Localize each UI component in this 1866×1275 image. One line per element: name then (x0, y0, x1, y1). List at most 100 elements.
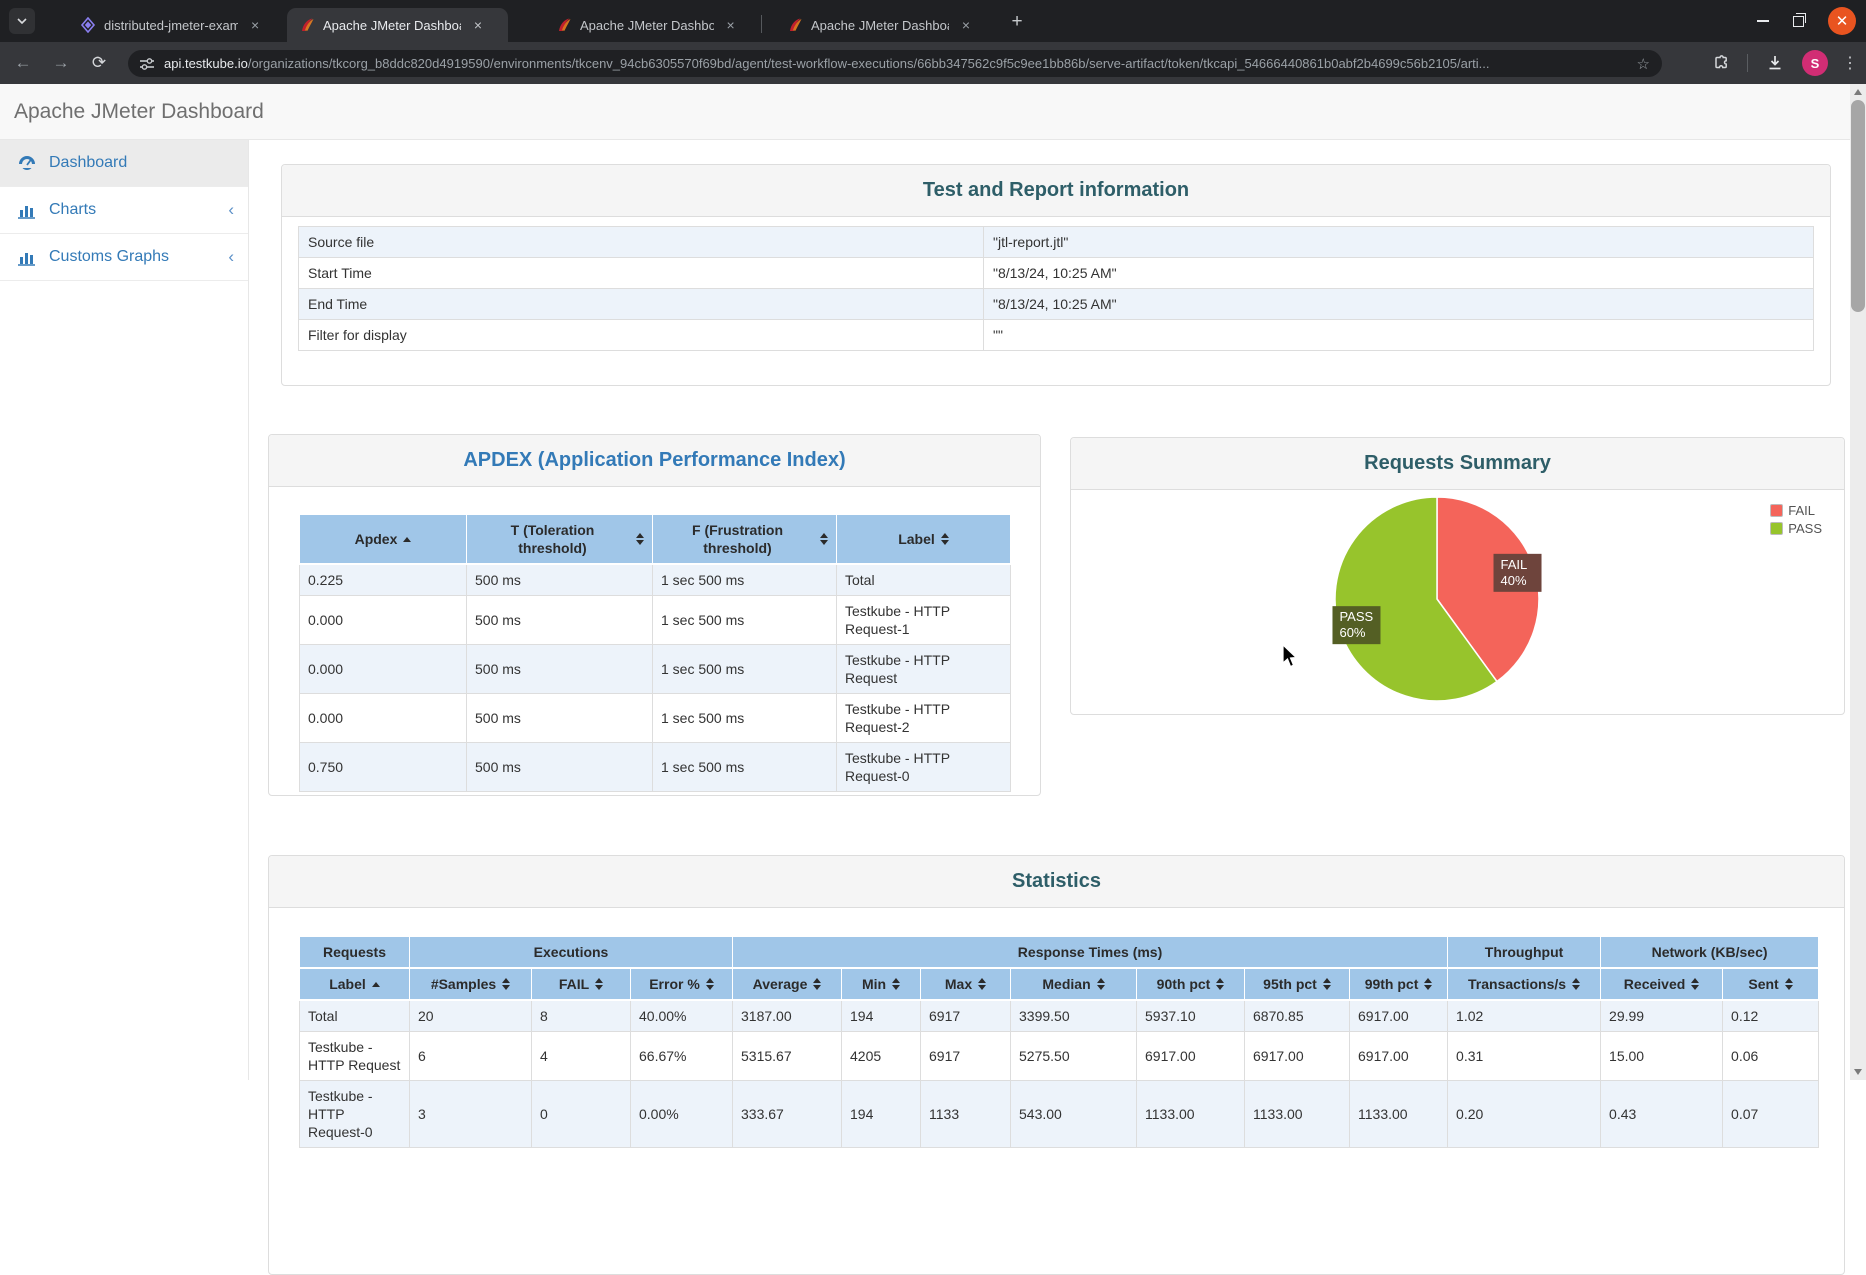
tab-distributed-jmeter[interactable]: distributed-jmeter-exam × (68, 8, 272, 42)
column-header-apdex[interactable]: Apdex (300, 515, 467, 565)
test-report-info-table: Source file "jtl-report.jtl" Start Time … (298, 226, 1814, 351)
table-row: End Time "8/13/24, 10:25 AM" (299, 289, 1814, 320)
sidebar-item-dashboard[interactable]: Dashboard (0, 140, 248, 187)
scrollbar-up-arrow[interactable] (1854, 89, 1862, 95)
tab-jmeter-dashboard-active[interactable]: Apache JMeter Dashboa × (287, 8, 508, 42)
stat-fail: 8 (532, 1000, 631, 1032)
label-value: Total (837, 564, 1011, 596)
column-header-transactions[interactable]: Transactions/s (1448, 968, 1601, 1000)
stat-median: 3399.50 (1011, 1000, 1137, 1032)
column-header-max[interactable]: Max (921, 968, 1011, 1000)
column-header-min[interactable]: Min (842, 968, 921, 1000)
sort-icon (813, 978, 821, 990)
apdex-value: 0.000 (300, 645, 467, 694)
scrollbar-thumb[interactable] (1851, 100, 1865, 312)
tab-close-icon[interactable]: × (246, 16, 264, 34)
window-minimize-button[interactable] (1757, 20, 1769, 22)
downloads-icon[interactable] (1762, 50, 1788, 76)
column-header-95pct[interactable]: 95th pct (1245, 968, 1350, 1000)
panel-heading: Statistics (269, 856, 1844, 908)
stat-sent: 0.06 (1723, 1032, 1819, 1081)
frustration-value: 1 sec 500 ms (653, 596, 837, 645)
table-row: 0.000 500 ms 1 sec 500 ms Testkube - HTT… (300, 694, 1011, 743)
column-header-90pct[interactable]: 90th pct (1137, 968, 1245, 1000)
page-header: Apache JMeter Dashboard (0, 84, 1866, 140)
column-header-samples[interactable]: #Samples (410, 968, 532, 1000)
column-header-label[interactable]: Label (300, 968, 410, 1000)
group-executions: Executions (410, 937, 733, 969)
column-header-average[interactable]: Average (733, 968, 842, 1000)
sort-icon (1216, 978, 1224, 990)
stat-error: 40.00% (631, 1000, 733, 1032)
tab-jmeter-dashboard-2[interactable]: Apache JMeter Dashboa × (544, 8, 747, 42)
stat-sent: 0.07 (1723, 1081, 1819, 1148)
apdex-panel: APDEX (Application Performance Index) Ap… (268, 434, 1041, 796)
stat-95pct: 1133.00 (1245, 1081, 1350, 1148)
sidebar-item-label: Dashboard (49, 154, 234, 172)
table-row: Filter for display "" (299, 320, 1814, 351)
column-header-sent[interactable]: Sent (1723, 968, 1819, 1000)
window-controls: ✕ (1757, 0, 1856, 42)
column-header-99pct[interactable]: 99th pct (1350, 968, 1448, 1000)
legend-label: PASS (1788, 521, 1822, 536)
column-header-median[interactable]: Median (1011, 968, 1137, 1000)
tab-title: Apache JMeter Dashboa (811, 18, 949, 33)
requests-pie: FAIL40%PASS60% (1332, 494, 1542, 704)
stat-sent: 0.12 (1723, 1000, 1819, 1032)
sidebar-item-charts[interactable]: Charts ‹ (0, 187, 248, 234)
pie-legend: FAILPASS (1770, 503, 1822, 539)
stat-min: 194 (842, 1000, 921, 1032)
tab-jmeter-dashboard-3[interactable]: Apache JMeter Dashboa × (775, 8, 986, 42)
page-title: Apache JMeter Dashboard (14, 100, 264, 124)
gauge-icon (17, 154, 37, 172)
window-close-button[interactable]: ✕ (1828, 7, 1856, 35)
main-content: Dashboard Charts ‹ Customs Graphs ‹ (0, 140, 1866, 1080)
column-header-fail[interactable]: FAIL (532, 968, 631, 1000)
panel-heading: Test and Report information (282, 165, 1830, 217)
browser-menu-icon[interactable]: ⋮ (1842, 53, 1858, 73)
stat-samples: 3 (410, 1081, 532, 1148)
stat-error: 0.00% (631, 1081, 733, 1148)
toleration-value: 500 ms (467, 596, 653, 645)
forward-button[interactable]: → (46, 48, 76, 78)
profile-avatar[interactable]: S (1802, 50, 1828, 76)
stat-99pct: 1133.00 (1350, 1081, 1448, 1148)
tab-close-icon[interactable]: × (722, 16, 739, 34)
panel-heading: Requests Summary (1071, 438, 1844, 490)
sort-asc-icon (372, 982, 380, 987)
sort-icon (1097, 978, 1105, 990)
frustration-value: 1 sec 500 ms (653, 743, 837, 792)
column-header-frustration[interactable]: F (Frustration threshold) (653, 515, 837, 565)
tab-close-icon[interactable]: × (469, 16, 487, 34)
vertical-scrollbar[interactable] (1850, 84, 1866, 1080)
stat-max: 6917 (921, 1032, 1011, 1081)
sidebar-item-customs-graphs[interactable]: Customs Graphs ‹ (0, 234, 248, 281)
stat-average: 5315.67 (733, 1032, 842, 1081)
reload-button[interactable]: ⟳ (84, 48, 114, 78)
info-value: "jtl-report.jtl" (984, 227, 1814, 258)
back-button[interactable]: ← (8, 48, 38, 78)
frustration-value: 1 sec 500 ms (653, 645, 837, 694)
window-restore-button[interactable] (1793, 16, 1804, 27)
panel-title: Requests Summary (1364, 452, 1551, 475)
column-header-label[interactable]: Label (837, 515, 1011, 565)
stat-label: Total (300, 1000, 410, 1032)
column-header-toleration[interactable]: T (Toleration threshold) (467, 515, 653, 565)
tab-title: Apache JMeter Dashboa (580, 18, 714, 33)
extensions-icon[interactable] (1707, 50, 1733, 76)
bookmark-star-icon[interactable]: ☆ (1637, 55, 1650, 73)
stat-average: 333.67 (733, 1081, 842, 1148)
scrollbar-down-arrow[interactable] (1854, 1069, 1862, 1075)
stat-received: 15.00 (1601, 1032, 1723, 1081)
new-tab-button[interactable]: + (1004, 9, 1030, 35)
tab-search-button[interactable] (9, 8, 35, 34)
test-report-info-panel: Test and Report information Source file … (281, 164, 1831, 386)
stat-transactions: 0.20 (1448, 1081, 1601, 1148)
svg-text:60%: 60% (1339, 625, 1365, 640)
tab-close-icon[interactable]: × (957, 16, 975, 34)
column-header-error[interactable]: Error % (631, 968, 733, 1000)
navbar-right-icons: S ⋮ (1707, 42, 1858, 84)
sort-icon (636, 533, 644, 545)
address-bar[interactable]: api.testkube.io/organizations/tkcorg_b8d… (128, 50, 1662, 77)
column-header-received[interactable]: Received (1601, 968, 1723, 1000)
